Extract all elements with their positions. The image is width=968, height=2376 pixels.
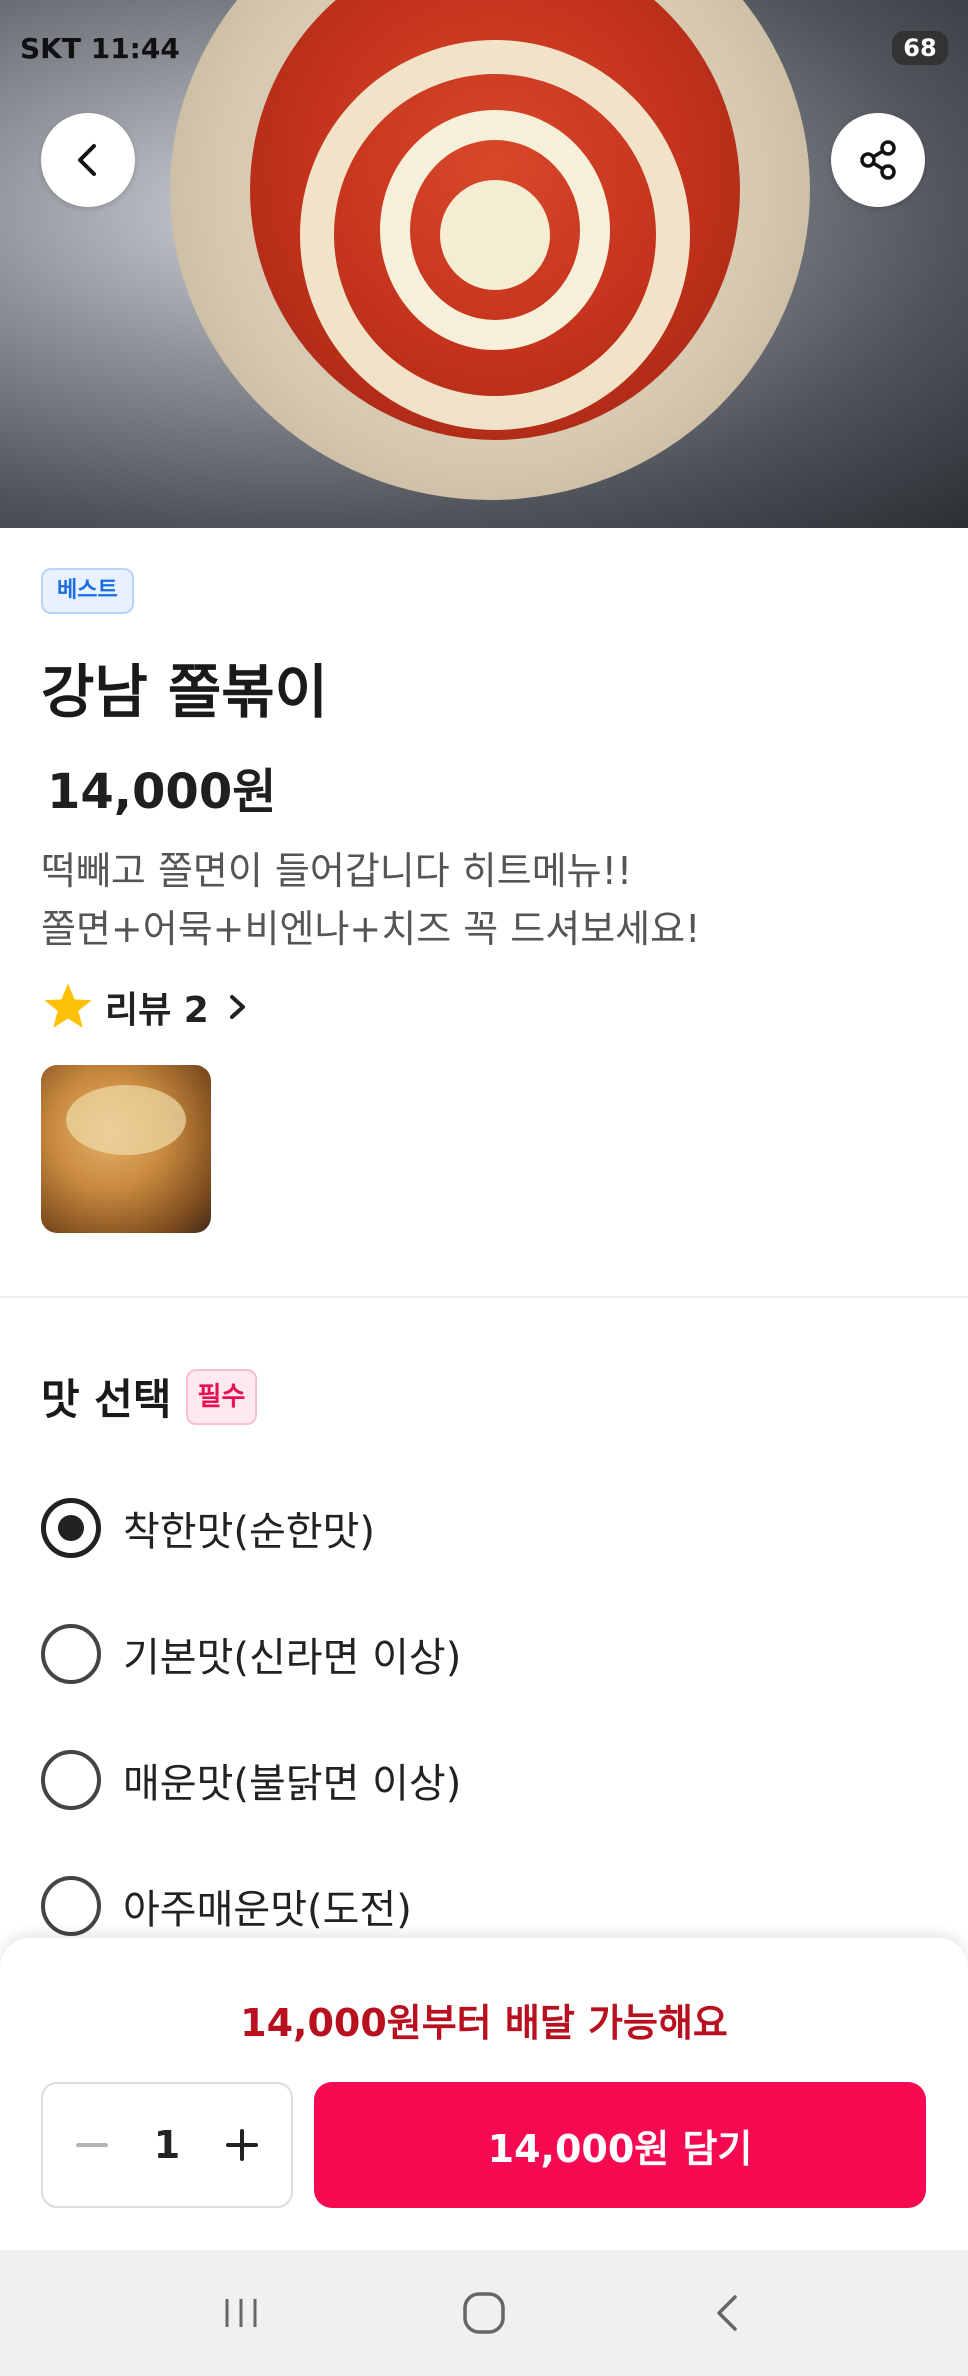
carrier-time: SKT 11:44	[20, 31, 180, 65]
option-group-header: 맛 선택 필수	[41, 1366, 258, 1427]
increase-quantity-button[interactable]	[217, 2120, 267, 2170]
review-photo-thumbnail[interactable]	[41, 1065, 211, 1233]
system-navigation-bar	[0, 2250, 968, 2376]
product-name: 강남 쫄볶이	[41, 658, 328, 726]
share-icon	[860, 140, 896, 180]
share-button[interactable]	[831, 113, 925, 207]
order-bottom-sheet: 14,000원부터 배달 가능해요 1 14,000원 담기	[0, 1938, 968, 2250]
decrease-quantity-button[interactable]	[67, 2120, 117, 2170]
system-back-button[interactable]	[687, 2273, 767, 2353]
option-label: 착한맛(순한맛)	[123, 1509, 376, 1555]
star-icon	[44, 983, 92, 1028]
option-radio-item[interactable]: 아주매운맛(도전)	[41, 1876, 412, 1936]
menu-detail-page: SKT 11:44 68 베스트 강남 쫄볶이 14,000원 떡빼고 쫄면이 …	[0, 0, 968, 2376]
radio-checked-icon[interactable]	[41, 1498, 101, 1558]
home-icon	[463, 2292, 505, 2334]
option-radio-item[interactable]: 매운맛(불닭면 이상)	[41, 1750, 461, 1810]
recent-apps-icon	[225, 2299, 257, 2327]
radio-unchecked-icon[interactable]	[41, 1876, 101, 1936]
option-group-title: 맛 선택	[41, 1375, 172, 1424]
status-bar: SKT 11:44 68	[20, 28, 948, 68]
minus-icon	[76, 2143, 108, 2147]
quantity-stepper: 1	[41, 2082, 293, 2208]
add-to-cart-button[interactable]: 14,000원 담기	[314, 2082, 926, 2208]
option-label: 아주매운맛(도전)	[123, 1887, 412, 1933]
option-label: 매운맛(불닭면 이상)	[123, 1761, 462, 1807]
back-icon	[716, 2295, 737, 2331]
description-line: 떡빼고 쫄면이 들어갑니다 히트메뉴!!	[41, 849, 633, 893]
product-price: 14,000원	[47, 764, 277, 820]
recent-apps-button[interactable]	[201, 2273, 281, 2353]
option-label: 기본맛(신라면 이상)	[123, 1635, 462, 1681]
plus-icon	[225, 2129, 258, 2161]
description-line: 쫄면+어묵+비엔나+치즈 꼭 드셔보세요!	[41, 907, 701, 951]
product-description: 떡빼고 쫄면이 들어갑니다 히트메뉴!! 쫄면+어묵+비엔나+치즈 꼭 드셔보세…	[41, 842, 700, 958]
chevron-left-icon	[78, 144, 96, 176]
back-button[interactable]	[41, 113, 135, 207]
review-link[interactable]: 리뷰 2	[41, 980, 255, 1034]
best-badge: 베스트	[41, 568, 134, 614]
radio-unchecked-icon[interactable]	[41, 1624, 101, 1684]
quantity-value: 1	[153, 2123, 181, 2167]
home-button[interactable]	[444, 2273, 524, 2353]
product-hero-image: SKT 11:44 68	[0, 0, 968, 528]
radio-unchecked-icon[interactable]	[41, 1750, 101, 1810]
chevron-right-icon	[229, 995, 245, 1019]
battery-indicator: 68	[892, 31, 948, 65]
option-radio-item[interactable]: 착한맛(순한맛)	[41, 1498, 375, 1558]
review-count-label: 리뷰 2	[105, 990, 209, 1031]
section-divider	[0, 1296, 968, 1298]
min-order-note: 14,000원부터 배달 가능해요	[240, 2001, 728, 2045]
required-badge: 필수	[185, 1368, 258, 1425]
option-radio-item[interactable]: 기본맛(신라면 이상)	[41, 1624, 461, 1684]
cheese-center	[440, 180, 550, 290]
